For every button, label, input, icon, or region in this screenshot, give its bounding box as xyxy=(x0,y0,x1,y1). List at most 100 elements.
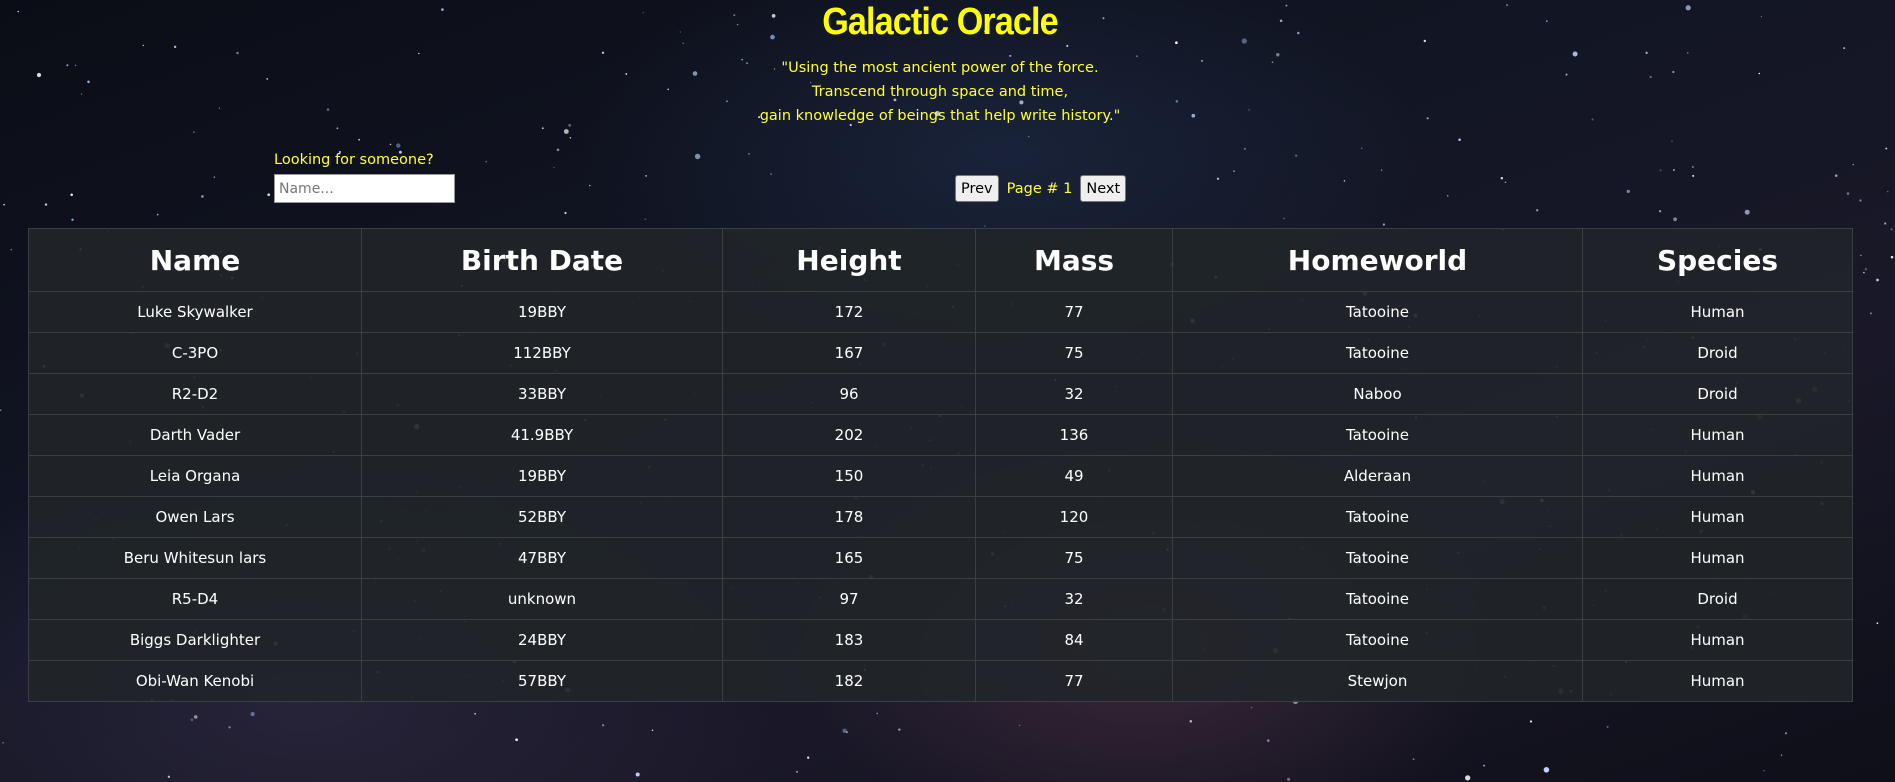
star xyxy=(1446,194,1449,197)
cell-homeworld: Tatooine xyxy=(1172,619,1583,661)
star xyxy=(1834,174,1838,177)
table-row: R5-D4 unknown 97 32 Tatooine Droid xyxy=(28,578,1853,620)
star xyxy=(515,738,518,742)
star xyxy=(1465,775,1471,781)
cell-homeworld: Tatooine xyxy=(1172,496,1583,538)
star xyxy=(193,131,195,133)
star xyxy=(236,51,239,55)
star xyxy=(3,203,5,206)
star xyxy=(71,218,74,221)
cell-height: 202 xyxy=(722,414,976,456)
cell-species: Human xyxy=(1582,414,1853,456)
star xyxy=(1687,52,1689,54)
prev-page-button[interactable]: Prev xyxy=(955,175,999,202)
cell-birth-date: 47BBY xyxy=(361,537,723,579)
star xyxy=(795,770,799,773)
cell-height: 172 xyxy=(722,291,976,333)
cell-species: Human xyxy=(1582,291,1853,333)
column-header-species: Species xyxy=(1582,228,1853,292)
star xyxy=(1529,720,1533,723)
characters-table: Name Birth Date Height Mass Homeworld Sp… xyxy=(28,228,1853,702)
cell-birth-date: 57BBY xyxy=(361,660,723,702)
table-row: Obi-Wan Kenobi 57BBY 182 77 Stewjon Huma… xyxy=(28,660,1853,702)
star xyxy=(0,409,2,412)
table-row: Luke Skywalker 19BBY 172 77 Tatooine Hum… xyxy=(28,291,1853,333)
cell-name: Luke Skywalker xyxy=(28,291,362,333)
cell-species: Human xyxy=(1582,537,1853,579)
cell-homeworld: Tatooine xyxy=(1172,332,1583,374)
star xyxy=(1784,732,1788,735)
star xyxy=(556,148,560,152)
star xyxy=(156,213,159,216)
cell-mass: 32 xyxy=(975,578,1173,620)
column-header-height: Height xyxy=(722,228,976,292)
cell-mass: 49 xyxy=(975,455,1173,497)
star xyxy=(1863,271,1865,274)
star xyxy=(167,775,171,778)
star xyxy=(1360,147,1363,150)
star xyxy=(418,52,420,55)
cell-mass: 75 xyxy=(975,537,1173,579)
cell-name: Owen Lars xyxy=(28,496,362,538)
star xyxy=(589,184,591,187)
star xyxy=(1869,312,1872,315)
cell-name: R2-D2 xyxy=(28,373,362,415)
star xyxy=(1846,192,1850,195)
cell-birth-date: unknown xyxy=(361,578,723,620)
cell-mass: 77 xyxy=(975,660,1173,702)
star xyxy=(389,143,392,146)
star xyxy=(1606,725,1609,728)
cell-name: Obi-Wan Kenobi xyxy=(28,660,362,702)
star xyxy=(1066,44,1069,47)
star xyxy=(142,44,145,47)
star xyxy=(1658,209,1662,213)
cell-species: Human xyxy=(1582,660,1853,702)
cell-homeworld: Tatooine xyxy=(1172,537,1583,579)
star xyxy=(748,153,750,155)
column-header-birth-date: Birth Date xyxy=(361,228,723,292)
star xyxy=(1890,228,1893,231)
cell-height: 182 xyxy=(722,660,976,702)
star xyxy=(1890,255,1894,259)
star xyxy=(1744,209,1750,215)
pagination: Prev Page # 1 Next xyxy=(955,174,1127,203)
star xyxy=(601,724,605,727)
page-number-label: Page # 1 xyxy=(1006,180,1073,197)
cell-species: Human xyxy=(1582,619,1853,661)
cell-homeworld: Alderaan xyxy=(1172,455,1583,497)
star xyxy=(1626,189,1630,194)
table-row: Biggs Darklighter 24BBY 183 84 Tatooine … xyxy=(28,619,1853,661)
cell-height: 167 xyxy=(722,332,976,374)
star xyxy=(876,712,878,715)
star xyxy=(44,203,48,206)
star xyxy=(1780,754,1783,756)
star xyxy=(1028,135,1030,138)
cell-homeworld: Naboo xyxy=(1172,373,1583,415)
cell-homeworld: Tatooine xyxy=(1172,414,1583,456)
star xyxy=(984,225,986,227)
cell-mass: 136 xyxy=(975,414,1173,456)
next-page-button[interactable]: Next xyxy=(1080,175,1127,202)
table-header-row: Name Birth Date Height Mass Homeworld Sp… xyxy=(28,228,1853,292)
star xyxy=(70,193,73,197)
star xyxy=(645,174,648,177)
star xyxy=(1233,170,1235,172)
search-input[interactable] xyxy=(274,174,455,203)
cell-height: 165 xyxy=(722,537,976,579)
star xyxy=(358,138,360,141)
star xyxy=(1876,278,1879,282)
star xyxy=(1876,622,1879,625)
cell-height: 150 xyxy=(722,455,976,497)
star xyxy=(1864,268,1868,271)
star xyxy=(1887,190,1889,193)
star xyxy=(1692,166,1694,168)
cell-mass: 84 xyxy=(975,619,1173,661)
cell-height: 97 xyxy=(722,578,976,620)
characters-table-container: Name Birth Date Height Mass Homeworld Sp… xyxy=(28,228,1853,702)
cell-birth-date: 112BBY xyxy=(361,332,723,374)
cell-name: Leia Organa xyxy=(28,455,362,497)
quote-line-2: Transcend through space and time, xyxy=(811,84,1069,100)
star xyxy=(1018,724,1021,727)
star xyxy=(1645,51,1648,55)
star xyxy=(1458,138,1461,141)
